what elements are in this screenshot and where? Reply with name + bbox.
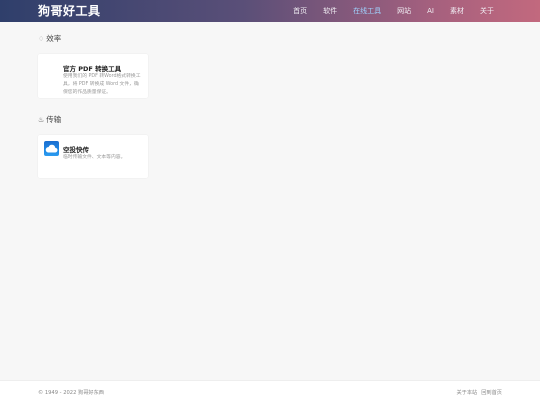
nav-item-materials[interactable]: 素材 [442, 0, 472, 22]
nav-item-ai[interactable]: AI [419, 0, 442, 22]
copyright-text: © 1949 - 2022 狗哥好东西 [38, 390, 104, 396]
site-title[interactable]: 狗哥好工具 [38, 3, 101, 19]
page: 狗哥好工具 首页 软件 在线工具 网站 AI 素材 关于 ♢ 效率 官方 PDF… [0, 0, 540, 405]
footer-links: 关于本站 回到首页 [456, 389, 502, 396]
section-label: 传输 [46, 115, 62, 124]
footer: © 1949 - 2022 狗哥好东西 关于本站 回到首页 [0, 380, 540, 405]
tool-card-airdrop[interactable]: 空投快传 临时传输文件、文本等内容。 [38, 135, 148, 178]
footer-link-home[interactable]: 回到首页 [481, 389, 502, 396]
card-title: 空投快传 [63, 146, 89, 154]
sparkle-icon: ♢ [38, 34, 45, 43]
nav-item-websites[interactable]: 网站 [389, 0, 419, 22]
card-description: 临时传输文件、文本等内容。 [63, 155, 126, 160]
transfer-icon: ♨ [38, 115, 45, 124]
top-header: 狗哥好工具 首页 软件 在线工具 网站 AI 素材 关于 [0, 0, 540, 22]
tool-card-pdf-converter[interactable]: 官方 PDF 转换工具 使用我们的 PDF 转Word格式转换工具，将 PDF … [38, 54, 148, 98]
card-title: 官方 PDF 转换工具 [63, 65, 122, 73]
nav-item-about[interactable]: 关于 [472, 0, 502, 22]
footer-link-about[interactable]: 关于本站 [456, 389, 477, 396]
main-nav: 首页 软件 在线工具 网站 AI 素材 关于 [285, 0, 502, 22]
section-title-efficiency: ♢ 效率 [38, 33, 61, 44]
nav-item-home[interactable]: 首页 [285, 0, 315, 22]
section-label: 效率 [46, 34, 62, 43]
section-title-transfer: ♨ 传输 [38, 114, 61, 125]
nav-item-online-tools[interactable]: 在线工具 [345, 0, 389, 22]
cloud-icon [44, 141, 59, 156]
card-description: 使用我们的 PDF 转Word格式转换工具，将 PDF 转换成 Word 文件，… [63, 74, 141, 95]
nav-item-software[interactable]: 软件 [315, 0, 345, 22]
cloud-shape [45, 144, 58, 153]
